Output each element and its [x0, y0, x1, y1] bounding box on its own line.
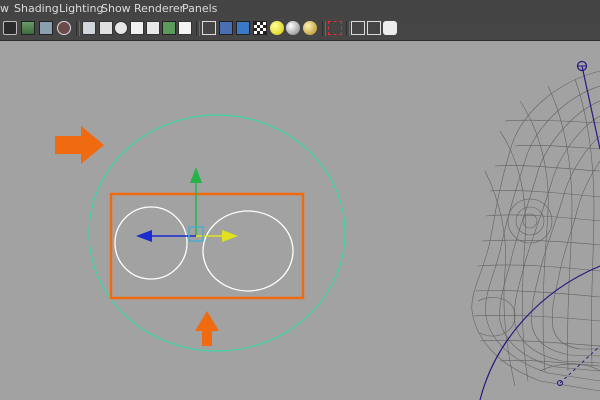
grid-toggle-icon[interactable] — [57, 21, 71, 35]
smooth-shade-icon[interactable] — [99, 21, 113, 35]
bookmark-icon[interactable] — [21, 21, 35, 35]
wireframe-icon[interactable] — [82, 21, 96, 35]
textured-icon[interactable] — [162, 21, 176, 35]
yellow-sphere-icon[interactable] — [270, 21, 284, 35]
gold-sphere-icon[interactable] — [303, 21, 317, 35]
menu-shading[interactable]: Shading — [14, 0, 59, 18]
blue-cube-icon[interactable] — [219, 21, 233, 35]
right-eye-control-circle[interactable] — [202, 210, 294, 292]
checker-icon[interactable] — [236, 21, 250, 35]
cube-icon[interactable] — [202, 21, 216, 35]
shade-all-icon[interactable] — [130, 21, 144, 35]
toolbar-separator — [322, 21, 326, 36]
viewport-canvas — [55, 60, 600, 400]
xray-icon[interactable] — [146, 21, 160, 35]
toolbar-separator — [76, 21, 80, 36]
isolate-select-icon[interactable] — [351, 21, 365, 35]
x-axis-arrow[interactable] — [222, 230, 238, 242]
left-eye-control-circle[interactable] — [114, 206, 188, 280]
bounding-box-icon[interactable] — [114, 21, 128, 35]
toolbar-separator — [196, 21, 200, 36]
default-lighting-icon[interactable] — [178, 21, 192, 35]
rig-curve-lower — [479, 265, 600, 400]
menu-renderer[interactable]: Renderer — [134, 0, 184, 18]
viewport-menu-bar: w Shading Lighting Show Renderer Panels — [0, 0, 600, 18]
orange-arrow-up — [195, 311, 219, 346]
select-camera-icon[interactable] — [328, 21, 342, 35]
y-axis-arrow[interactable] — [190, 167, 202, 183]
eye-controller-circle[interactable] — [88, 114, 346, 352]
z-axis-arrow[interactable] — [136, 230, 152, 242]
checker-pattern-icon[interactable] — [253, 21, 267, 35]
share-icon[interactable] — [383, 21, 397, 35]
orange-arrow-right — [55, 126, 104, 164]
menu-panels[interactable]: Panels — [182, 0, 217, 18]
single-perspective-icon[interactable] — [367, 21, 381, 35]
3d-viewport[interactable] — [0, 41, 600, 400]
camera-icon[interactable] — [3, 21, 17, 35]
rig-curve — [581, 65, 600, 150]
viewport-toolbar — [0, 18, 600, 41]
highlight-rectangle — [109, 192, 305, 300]
toolbar-separator — [346, 21, 350, 36]
menu-show[interactable]: Show — [101, 0, 131, 18]
menu-lighting[interactable]: Lighting — [59, 0, 103, 18]
head-wireframe-mesh — [471, 70, 600, 392]
menu-view[interactable]: w — [0, 0, 9, 18]
grey-sphere-icon[interactable] — [286, 21, 300, 35]
move-manipulator[interactable] — [136, 167, 238, 242]
image-plane-icon[interactable] — [39, 21, 53, 35]
